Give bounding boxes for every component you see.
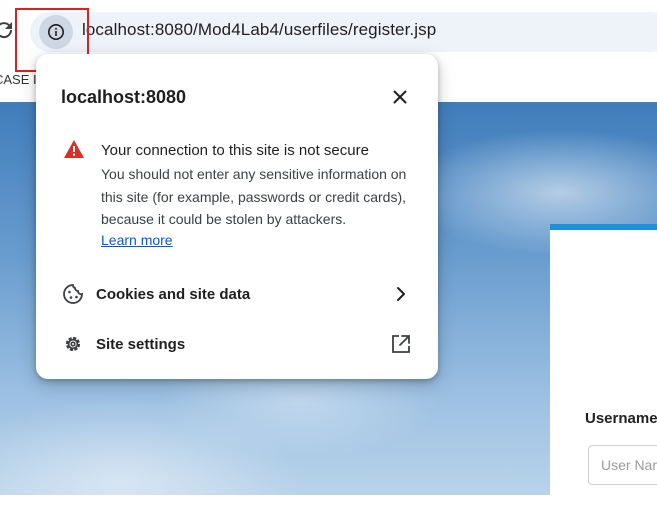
warning-triangle-icon [63,139,85,164]
close-icon[interactable] [388,85,412,109]
gear-icon [62,333,84,360]
site-settings-row[interactable]: Site settings [36,321,438,367]
cookies-label: Cookies and site data [96,286,251,303]
warning-description: You should not enter any sensitive infor… [101,166,407,227]
username-input[interactable] [588,445,657,485]
info-icon [48,24,64,40]
chevron-right-icon [390,283,412,310]
cookies-and-site-data-row[interactable]: Cookies and site data [36,271,438,317]
site-info-popup: localhost:8080 Your connection to this s… [36,54,438,379]
popup-title: localhost:8080 [61,87,187,107]
site-settings-label: Site settings [96,336,186,353]
open-in-new-icon [390,333,412,360]
warning-title: Your connection to this site is not secu… [101,142,369,159]
reload-icon[interactable] [0,18,16,42]
cookie-icon [62,283,84,310]
username-label: Username [585,410,657,427]
bookmark-item[interactable]: CASE I [0,72,37,87]
address-url[interactable]: localhost:8080/Mod4Lab4/userfiles/regist… [82,20,436,40]
site-info-button[interactable] [39,15,73,49]
learn-more-link[interactable]: Learn more [101,232,173,248]
